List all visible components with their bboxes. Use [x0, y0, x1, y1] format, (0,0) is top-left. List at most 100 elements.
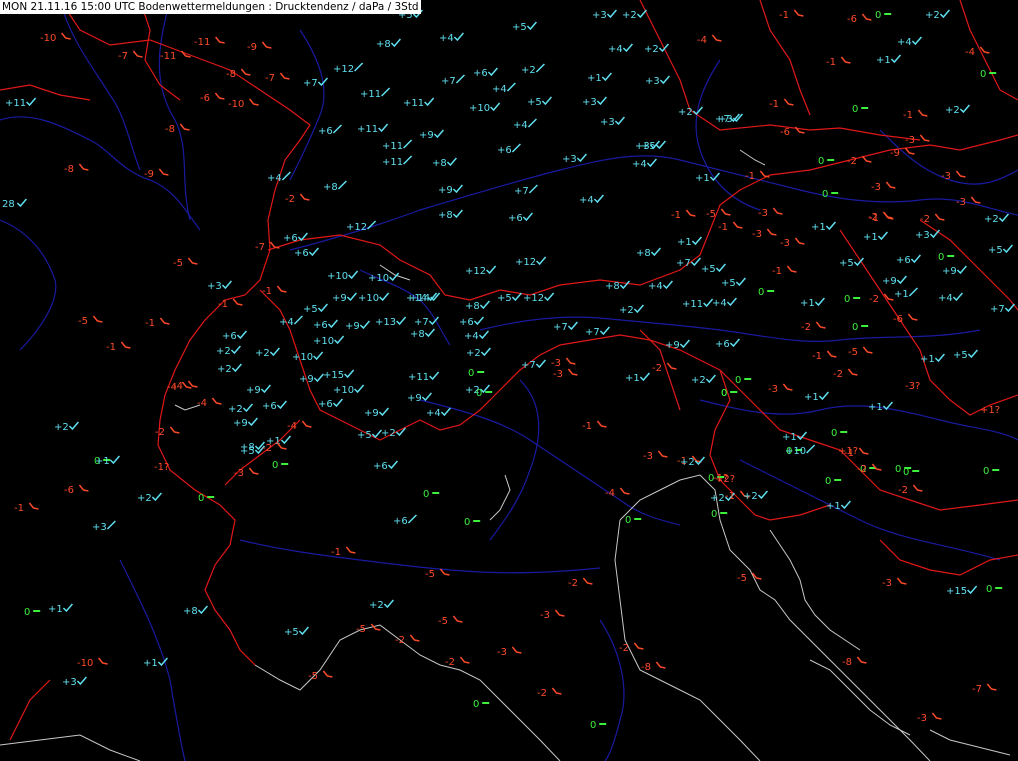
station-plot: -3 — [497, 646, 522, 658]
pressure-tendency-value: +8 — [410, 329, 425, 340]
station-plot: +12 — [333, 62, 364, 75]
pressure-tendency-value: +1 — [95, 456, 110, 467]
station-plot: -2 — [537, 687, 562, 699]
station-plot: +3 — [62, 676, 87, 688]
rising-tendency-icon — [281, 171, 291, 181]
pressure-tendency-value: 28 — [2, 199, 15, 210]
pressure-tendency-value: +3 — [645, 76, 660, 87]
pressure-tendency-value: +7 — [990, 304, 1005, 315]
rising-tendency-icon — [959, 104, 970, 114]
station-plot: +3 — [600, 116, 625, 128]
rising-tendency-icon — [297, 232, 308, 242]
pressure-tendency-value: +1 — [894, 289, 909, 300]
pressure-tendency-value: -3 — [780, 238, 790, 249]
pressure-tendency-value: +2 — [137, 493, 152, 504]
station-plot: 0 — [822, 189, 839, 200]
rising-tendency-icon — [337, 180, 347, 190]
pressure-tendency-value: +5 — [497, 293, 512, 304]
station-plot: +2 — [984, 213, 1009, 225]
station-plot: -1 — [779, 9, 804, 21]
station-plot: +7 — [585, 326, 610, 338]
rising-tendency-icon — [378, 407, 389, 417]
pressure-tendency-value: +3 — [62, 677, 77, 688]
station-plot: +4 — [608, 43, 633, 55]
station-plot: -2 — [445, 656, 470, 668]
station-plot: +3 — [92, 520, 116, 533]
falling-tendency-icon — [249, 98, 259, 106]
rising-tendency-icon — [511, 143, 521, 153]
pressure-tendency-value: +10 — [333, 385, 354, 396]
station-plot: +9 — [246, 384, 271, 396]
station-plot: -7 — [255, 241, 280, 253]
pressure-tendency-value: +5 — [357, 430, 372, 441]
station-plot: +5 — [527, 96, 552, 108]
station-plot: +6 — [262, 400, 287, 412]
falling-tendency-icon — [98, 657, 108, 665]
station-plot: -3 — [551, 357, 576, 369]
station-plot: -3 — [540, 609, 565, 621]
pressure-tendency-value: +8 — [438, 210, 453, 221]
station-plot: -1? — [154, 462, 169, 473]
pressure-tendency-value: 0 — [758, 287, 764, 298]
rising-tendency-icon — [576, 153, 587, 163]
falling-tendency-icon — [986, 683, 997, 691]
station-plot: +2 — [466, 347, 491, 359]
rising-tendency-icon — [853, 257, 864, 267]
pressure-tendency-value: +12 — [515, 257, 536, 268]
station-plot: 0 — [875, 10, 892, 21]
rising-tendency-icon — [522, 212, 533, 222]
pressure-tendency-value: -3 — [540, 610, 550, 621]
station-plot: -2 — [833, 368, 858, 380]
rising-tendency-icon — [877, 231, 888, 241]
station-plot: 0 — [476, 388, 493, 399]
pressure-tendency-value: -8 — [226, 69, 236, 80]
station-plot: 0 — [986, 584, 1003, 595]
station-plot: 0 — [758, 287, 775, 298]
rising-tendency-icon — [818, 391, 829, 401]
station-plot: +5 — [284, 626, 309, 638]
rising-tendency-icon — [242, 403, 253, 413]
station-plot: -5 — [173, 257, 198, 269]
station-plot: -5 — [737, 572, 762, 584]
station-plot: +4 — [632, 158, 657, 170]
rising-tendency-icon — [911, 36, 922, 46]
falling-tendency-icon — [159, 317, 170, 325]
pressure-tendency-value: -3? — [905, 381, 920, 392]
station-plot: +4 — [938, 292, 963, 304]
station-plot: +4 — [579, 194, 604, 206]
pressure-tendency-value: 0 — [825, 476, 831, 487]
pressure-tendency-value: -6 — [64, 485, 74, 496]
pressure-tendency-value: +4 — [632, 159, 647, 170]
falling-tendency-icon — [261, 41, 272, 49]
rising-tendency-icon — [622, 43, 633, 53]
pressure-tendency-value: +11 — [5, 98, 26, 109]
falling-tendency-icon — [862, 346, 873, 354]
station-plot: -1 — [903, 109, 928, 121]
rising-tendency-icon — [379, 292, 390, 302]
falling-tendency-icon — [511, 646, 522, 654]
pressure-tendency-value: +3 — [582, 97, 597, 108]
station-plot: -4 — [697, 34, 722, 46]
rising-tendency-icon — [395, 427, 406, 437]
station-plot: -6 — [200, 92, 225, 104]
pressure-tendency-value: +2? — [715, 474, 735, 485]
pressure-tendency-value: -2 — [801, 322, 811, 333]
station-plot: -3 — [234, 467, 259, 479]
pressure-tendency-value: -1 — [812, 351, 822, 362]
pressure-tendency-value: +9 — [882, 276, 897, 287]
station-plot: +1 — [920, 353, 945, 365]
pressure-tendency-value: +6 — [318, 126, 333, 137]
station-plot: -11 — [194, 36, 225, 48]
rising-tendency-icon — [269, 347, 280, 357]
pressure-tendency-value: +2 — [678, 107, 693, 118]
pressure-tendency-value: -2 — [857, 464, 867, 475]
pressure-tendency-value: +8 — [376, 39, 391, 50]
station-plot: -3 — [917, 712, 942, 724]
pressure-tendency-value: -9 — [890, 148, 900, 159]
station-plot: -2 — [155, 426, 180, 438]
falling-tendency-icon — [685, 209, 696, 217]
falling-tendency-icon — [794, 237, 805, 245]
station-plot: +8 — [432, 157, 457, 169]
station-plot: +12 — [465, 265, 497, 277]
rising-tendency-icon — [650, 247, 661, 257]
